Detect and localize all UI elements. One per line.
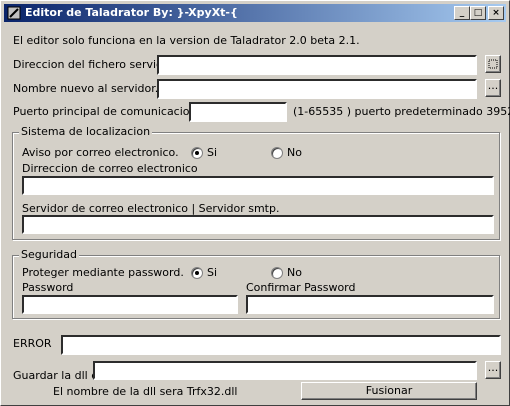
dll-name-note: El nombre de la dll sera Trfx32.dll bbox=[53, 385, 238, 398]
email-address-label: Dirreccion de correo electronico bbox=[22, 162, 198, 175]
close-button[interactable]: × bbox=[488, 6, 504, 20]
info-text: El editor solo funciona en la version de… bbox=[13, 34, 360, 47]
dll-browse-button[interactable]: ... bbox=[485, 361, 501, 379]
protect-yes-radio[interactable] bbox=[191, 267, 203, 279]
window-title: Editor de Taladrator By: }-XpyXt-{ bbox=[25, 6, 238, 19]
error-field[interactable] bbox=[61, 335, 501, 355]
protect-yes-label: Si bbox=[207, 266, 218, 279]
minimize-button[interactable]: _ bbox=[454, 6, 470, 20]
editor-window: Editor de Taladrator By: }-XpyXt-{ _ □ ×… bbox=[0, 0, 510, 406]
server-name-input[interactable] bbox=[157, 79, 477, 99]
server-path-label: Direccion del fichero servidor bbox=[13, 58, 175, 71]
protect-label: Proteger mediante password. bbox=[22, 266, 184, 279]
fuse-button[interactable]: Fusionar bbox=[301, 382, 477, 400]
protect-no-radio[interactable] bbox=[271, 267, 283, 279]
minimize-icon: _ bbox=[459, 8, 465, 18]
server-name-label: Nombre nuevo al servidor. bbox=[13, 82, 159, 95]
open-file-button[interactable] bbox=[485, 55, 501, 73]
port-label: Puerto principal de comunicaciones. bbox=[13, 105, 213, 118]
smtp-label: Servidor de correo electronico | Servido… bbox=[22, 202, 280, 215]
server-name-browse-button[interactable]: ... bbox=[485, 79, 501, 97]
dll-path-input[interactable] bbox=[93, 361, 477, 380]
server-path-input[interactable] bbox=[157, 55, 477, 75]
maximize-button[interactable]: □ bbox=[470, 6, 486, 20]
email-notice-yes-label: Si bbox=[207, 146, 218, 159]
open-file-icon bbox=[488, 59, 498, 69]
location-legend: Sistema de localizacion bbox=[19, 125, 153, 138]
email-notice-label: Aviso por correo electronico. bbox=[22, 146, 179, 159]
password-label: Password bbox=[22, 281, 74, 294]
title-bar: Editor de Taladrator By: }-XpyXt-{ _ □ × bbox=[4, 4, 506, 22]
close-icon: × bbox=[492, 8, 500, 18]
security-legend: Seguridad bbox=[19, 248, 79, 261]
email-notice-no-label: No bbox=[287, 146, 302, 159]
port-input[interactable] bbox=[189, 102, 287, 122]
email-notice-yes-radio[interactable] bbox=[191, 147, 203, 159]
confirm-password-input[interactable] bbox=[246, 295, 494, 314]
email-address-input[interactable] bbox=[22, 176, 494, 195]
protect-no-label: No bbox=[287, 266, 302, 279]
port-hint: (1-65535 ) puerto predeterminado 39529 bbox=[293, 105, 510, 118]
confirm-password-label: Confirmar Password bbox=[246, 281, 356, 294]
email-notice-no-radio[interactable] bbox=[271, 147, 283, 159]
password-input[interactable] bbox=[22, 295, 238, 314]
app-icon bbox=[7, 6, 21, 20]
error-label: ERROR bbox=[13, 337, 52, 350]
smtp-input[interactable] bbox=[22, 215, 494, 234]
maximize-icon: □ bbox=[473, 8, 483, 18]
